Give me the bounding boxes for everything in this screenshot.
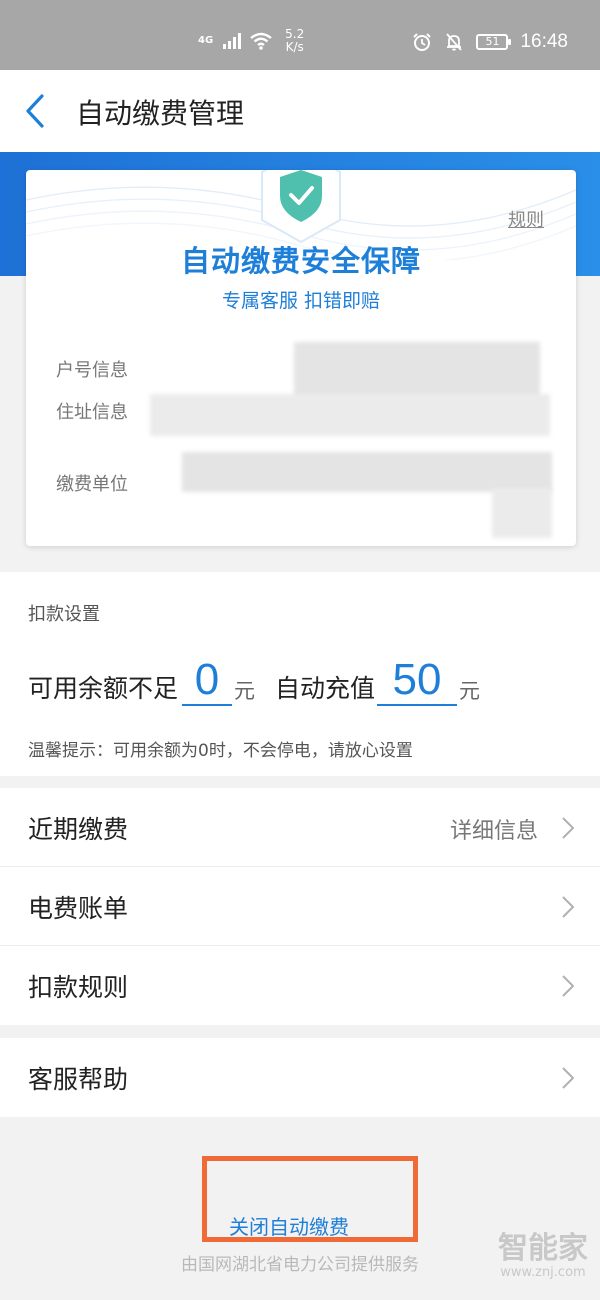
threshold-unit: 元 xyxy=(234,679,256,703)
shield-check-icon xyxy=(261,170,341,244)
recent-payments-row[interactable]: 近期缴费 详细信息 xyxy=(0,788,600,867)
alarm-icon xyxy=(413,33,432,51)
recent-payments-label: 近期缴费 xyxy=(28,815,129,844)
chevron-left-icon xyxy=(26,94,44,128)
chevron-right-icon xyxy=(562,975,574,997)
page-title: 自动缴费管理 xyxy=(76,97,245,130)
watermark-url: www.znj.com xyxy=(500,1265,586,1280)
menu-list: 近期缴费 详细信息 电费账单 扣款规则 xyxy=(0,788,600,1025)
status-network-group: 4G 5.2 K/s xyxy=(198,28,304,54)
signal-icon xyxy=(223,33,242,49)
wifi-icon xyxy=(250,32,272,50)
network-speed-unit: K/s xyxy=(285,40,304,54)
status-bar: 4G 5.2 K/s 51 16:48 xyxy=(0,0,600,70)
account-number-label: 户号信息 xyxy=(56,360,128,381)
recharge-label: 自动充值 xyxy=(275,674,376,703)
deduction-rules-label: 扣款规则 xyxy=(28,973,129,1002)
status-system-group: 51 16:48 xyxy=(412,31,568,53)
electricity-bill-label: 电费账单 xyxy=(28,894,129,923)
customer-help-label: 客服帮助 xyxy=(28,1065,129,1094)
deduction-settings: 扣款设置 可用余额不足 0 元 自动充值 50 元 温馨提示：可用余额为0时，不… xyxy=(0,572,600,776)
recharge-unit: 元 xyxy=(459,679,481,703)
watermark-name: 智能家 xyxy=(498,1231,588,1266)
account-number-redacted xyxy=(294,342,540,398)
detail-info-label: 详细信息 xyxy=(449,819,538,844)
chevron-right-icon xyxy=(562,1067,574,1089)
guarantee-title: 自动缴费安全保障 xyxy=(180,244,421,278)
clock: 16:48 xyxy=(520,31,568,52)
help-list: 客服帮助 xyxy=(0,1038,600,1117)
threshold-input[interactable]: 0 xyxy=(182,656,233,706)
redaction-block xyxy=(492,488,552,538)
address-redacted xyxy=(150,394,550,436)
deduction-rules-row[interactable]: 扣款规则 xyxy=(0,946,600,1025)
amount-row: 可用余额不足 0 元 自动充值 50 元 xyxy=(28,652,480,706)
payment-unit-redacted xyxy=(182,452,552,492)
guarantee-card: 规则 自动缴费安全保障 专属客服 扣错即赔 户号信息 住址信息 缴费单位 xyxy=(26,170,576,546)
network-type: 4G xyxy=(198,35,214,46)
recharge-input[interactable]: 50 xyxy=(377,656,458,706)
threshold-label: 可用余额不足 xyxy=(28,674,179,703)
tip-text: 温馨提示：可用余额为0时，不会停电，请放心设置 xyxy=(28,741,413,761)
rules-link[interactable]: 规则 xyxy=(508,206,544,232)
chevron-right-icon xyxy=(562,896,574,918)
electricity-bill-row[interactable]: 电费账单 xyxy=(0,867,600,946)
watermark: 智能家 www.znj.com xyxy=(498,1231,588,1281)
payment-unit-label: 缴费单位 xyxy=(56,474,128,495)
close-autopay-button[interactable]: 关闭自动缴费 xyxy=(202,1156,418,1242)
nav-bar: 自动缴费管理 xyxy=(0,70,600,152)
customer-help-row[interactable]: 客服帮助 xyxy=(0,1038,600,1117)
address-label: 住址信息 xyxy=(56,402,128,423)
chevron-right-icon xyxy=(562,817,574,839)
guarantee-subtitle: 专属客服 扣错即赔 xyxy=(221,290,381,312)
back-button[interactable] xyxy=(22,92,58,130)
close-autopay-label: 关闭自动缴费 xyxy=(229,1215,349,1239)
network-speed: 5.2 K/s xyxy=(285,28,304,54)
bell-off-icon xyxy=(446,33,463,51)
battery-icon: 51 xyxy=(476,34,512,50)
deduction-heading: 扣款设置 xyxy=(28,604,100,625)
